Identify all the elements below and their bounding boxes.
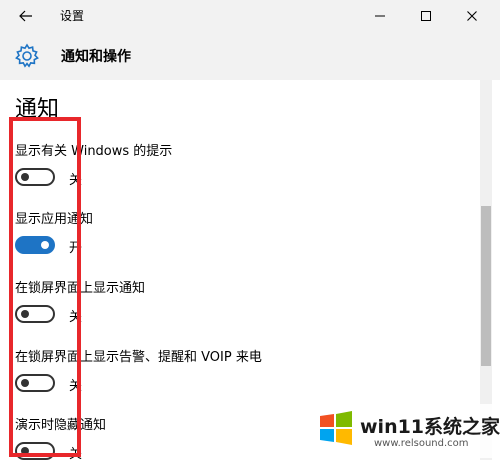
watermark-url: www.relsound.com xyxy=(374,438,469,449)
arrow-left-icon xyxy=(19,10,32,22)
watermark-title: win11系统之家 xyxy=(360,416,500,438)
back-button[interactable] xyxy=(10,4,42,28)
gear-icon xyxy=(15,43,39,68)
maximize-icon xyxy=(421,11,431,21)
title-bar: 设置 xyxy=(0,0,500,32)
close-icon xyxy=(467,11,477,21)
page-title: 通知和操作 xyxy=(61,49,131,65)
window-title: 设置 xyxy=(60,9,85,23)
settings-window: 设置 通知和操作 通知 显示有关 Windows 的提示 关 显示应用通知 开 … xyxy=(0,0,500,460)
minimize-icon xyxy=(375,15,385,17)
scrollbar-thumb[interactable] xyxy=(481,206,491,366)
minimize-button[interactable] xyxy=(357,0,403,32)
close-button[interactable] xyxy=(449,0,495,32)
watermark: win11系统之家 www.relsound.com xyxy=(310,404,500,458)
page-header: 通知和操作 xyxy=(0,32,500,80)
windows-logo-icon xyxy=(320,411,352,445)
highlight-box xyxy=(9,117,81,457)
maximize-button[interactable] xyxy=(403,0,449,32)
